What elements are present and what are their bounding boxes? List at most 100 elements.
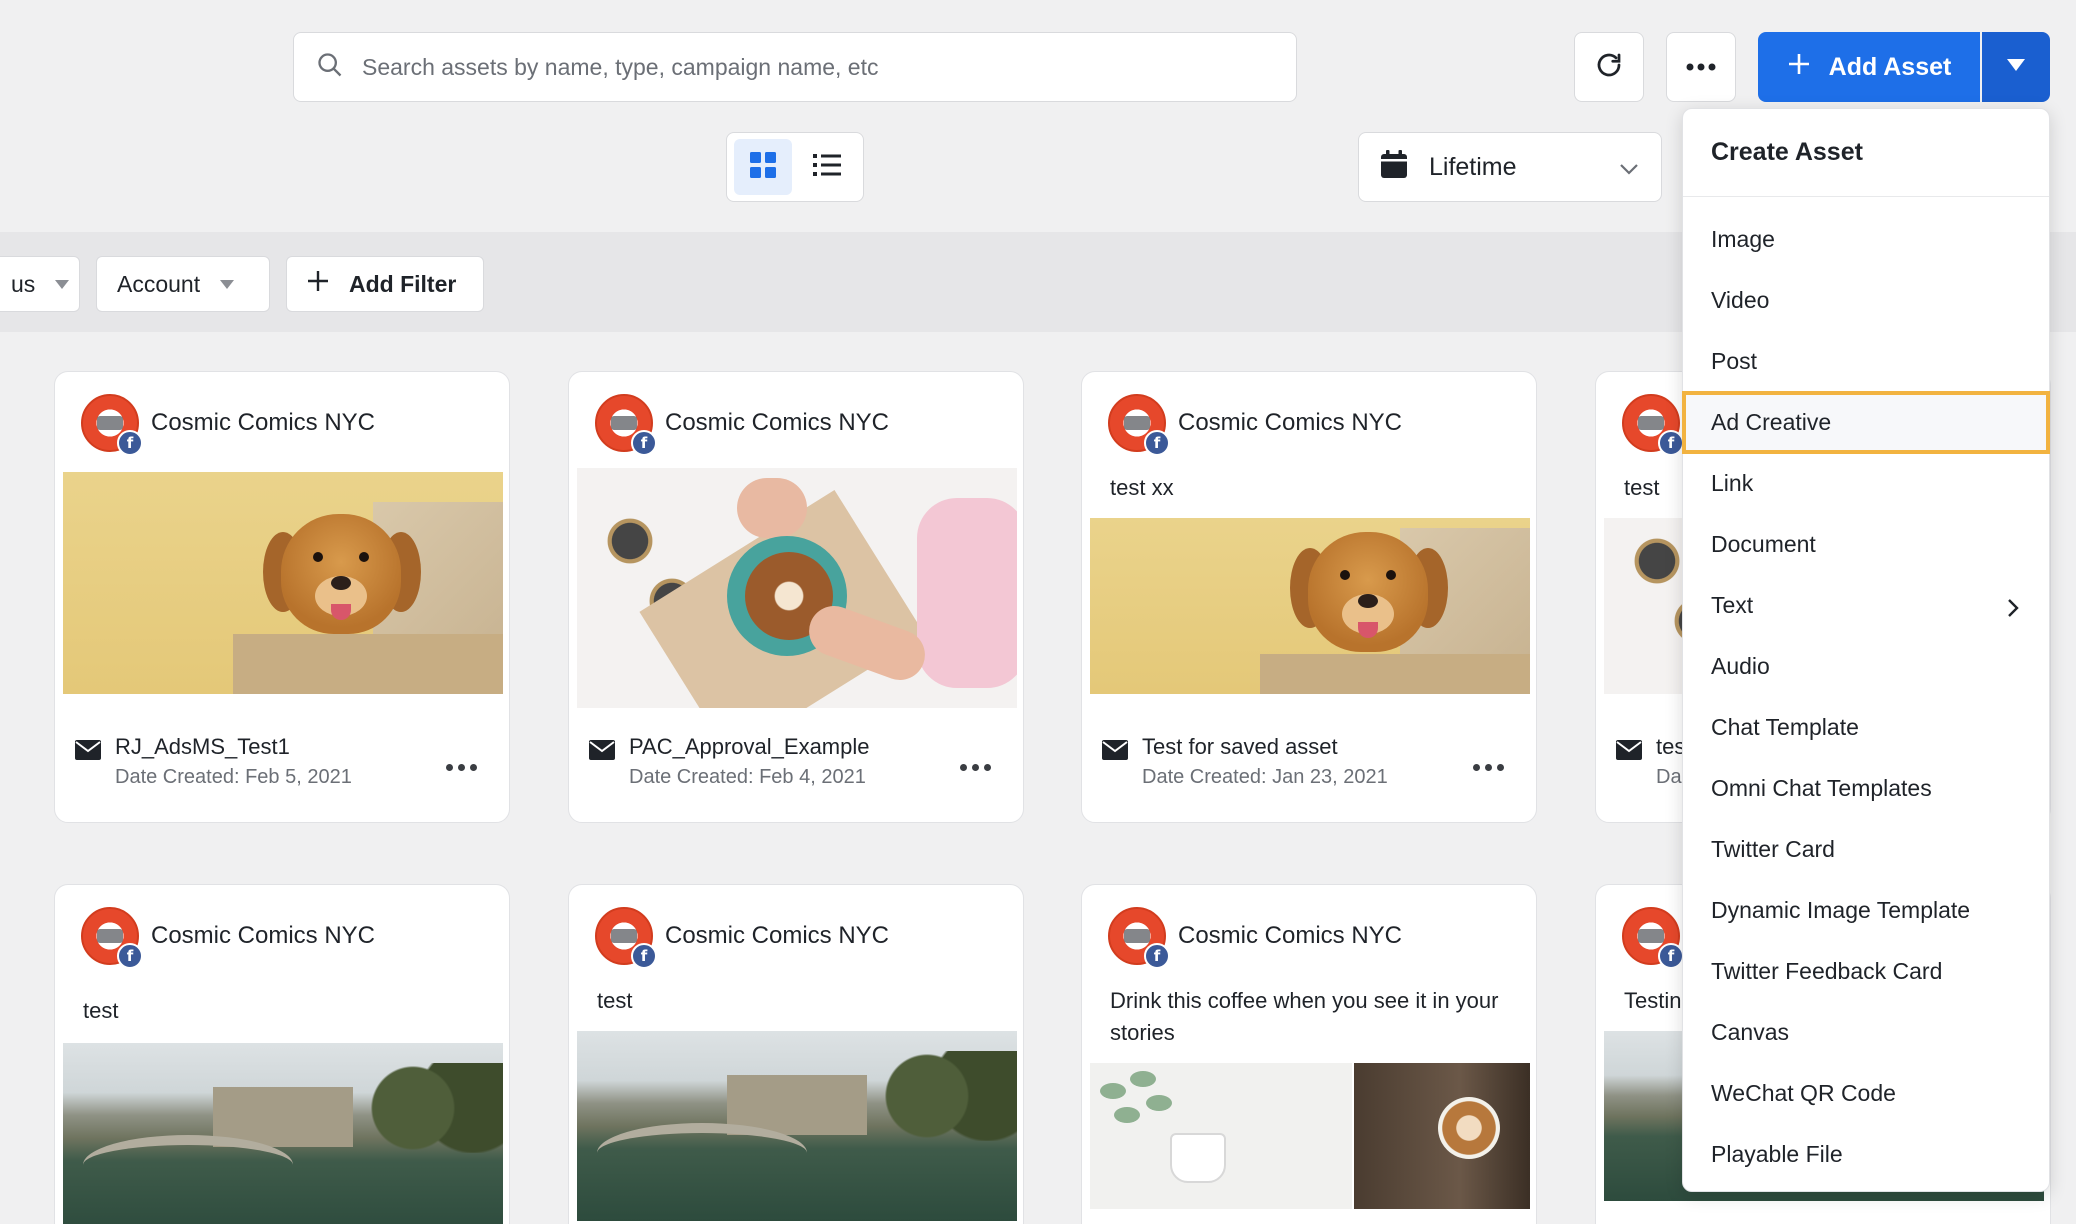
card-header: f	[1622, 907, 1684, 969]
account-name: Cosmic Comics NYC	[665, 409, 890, 436]
asset-text: Drink this coffee when you see it in you…	[1110, 988, 1499, 1045]
asset-card[interactable]: f Cosmic Comics NYC RJ_AdsMS_Test1 Date …	[54, 371, 510, 823]
account-avatar: f	[1622, 394, 1684, 456]
menu-item-text-label: Text	[1711, 592, 1754, 618]
email-icon	[75, 740, 101, 765]
menu-item-playable-file[interactable]: Playable File	[1683, 1124, 2049, 1185]
view-toggle	[726, 132, 864, 202]
menu-item-canvas[interactable]: Canvas	[1683, 1002, 2049, 1063]
menu-item-video[interactable]: Video	[1683, 270, 2049, 331]
search-input[interactable]	[362, 53, 1262, 81]
status-filter-label: us	[11, 270, 36, 297]
asset-card[interactable]: f Cosmic Comics NYC test	[568, 884, 1024, 1224]
card-more-icon[interactable]	[446, 764, 477, 771]
menu-item-image[interactable]: Image	[1683, 209, 2049, 270]
account-filter-label: Account	[117, 270, 201, 297]
menu-item-omni-chat-templates[interactable]: Omni Chat Templates	[1683, 758, 2049, 819]
account-avatar: f	[595, 907, 657, 969]
status-filter[interactable]: us	[0, 256, 80, 312]
account-avatar: f	[1108, 394, 1170, 456]
email-icon	[1616, 740, 1642, 765]
asset-thumbnail[interactable]	[577, 1031, 1017, 1221]
more-options-button[interactable]	[1666, 32, 1736, 102]
menu-item-dynamic-image-template[interactable]: Dynamic Image Template	[1683, 880, 2049, 941]
account-avatar: f	[81, 394, 143, 456]
card-more-icon[interactable]	[960, 764, 991, 771]
account-name: Cosmic Comics NYC	[151, 922, 376, 949]
asset-text: test xx	[1110, 475, 1174, 500]
asset-thumbnail[interactable]	[63, 472, 503, 694]
asset-date: Date Created: Feb 4, 2021	[629, 766, 866, 788]
plus-icon	[307, 270, 329, 298]
asset-title: RJ_AdsMS_Test1	[115, 734, 290, 759]
menu-item-post[interactable]: Post	[1683, 331, 2049, 392]
search-icon	[316, 51, 344, 84]
asset-title: tes	[1656, 734, 1686, 759]
chevron-down-icon	[1619, 153, 1639, 182]
add-asset-dropdown-toggle[interactable]	[1982, 32, 2050, 102]
asset-thumbnail[interactable]	[63, 1043, 503, 1224]
facebook-icon: f	[1144, 943, 1170, 969]
account-name: Cosmic Comics NYC	[1178, 922, 1403, 949]
account-avatar: f	[595, 394, 657, 456]
asset-card[interactable]: f Cosmic Comics NYC PAC_Approval_Example…	[568, 371, 1024, 823]
card-header: f Cosmic Comics NYC	[1108, 394, 1403, 456]
asset-thumbnail[interactable]	[1090, 1063, 1530, 1209]
asset-date: Da	[1656, 766, 1682, 788]
account-avatar: f	[1622, 907, 1684, 969]
caret-down-icon	[220, 279, 235, 289]
account-name: Cosmic Comics NYC	[151, 409, 376, 436]
asset-card[interactable]: f Cosmic Comics NYC Drink this coffee wh…	[1081, 884, 1537, 1224]
account-name: Cosmic Comics NYC	[665, 922, 890, 949]
asset-text: test	[597, 988, 633, 1013]
add-filter-label: Add Filter	[349, 270, 457, 297]
menu-title: Create Asset	[1683, 109, 2049, 197]
facebook-icon: f	[1144, 430, 1170, 456]
facebook-icon: f	[631, 943, 657, 969]
refresh-button[interactable]	[1574, 32, 1644, 102]
list-view-button[interactable]	[798, 139, 856, 195]
add-filter-button[interactable]: Add Filter	[286, 256, 484, 312]
asset-thumbnail[interactable]	[577, 468, 1017, 708]
account-name: Cosmic Comics NYC	[1178, 409, 1403, 436]
menu-item-audio[interactable]: Audio	[1683, 636, 2049, 697]
asset-title: Test for saved asset	[1142, 734, 1338, 759]
facebook-icon: f	[117, 430, 143, 456]
card-more-icon[interactable]	[1473, 764, 1504, 771]
menu-item-chat-template[interactable]: Chat Template	[1683, 697, 2049, 758]
search-box[interactable]	[293, 32, 1297, 102]
add-asset-label: Add Asset	[1828, 52, 1952, 81]
asset-card[interactable]: f Cosmic Comics NYC test	[54, 884, 510, 1224]
menu-item-twitter-feedback-card[interactable]: Twitter Feedback Card	[1683, 941, 2049, 1002]
date-range-select[interactable]: Lifetime	[1358, 132, 1662, 202]
chevron-right-icon	[2007, 597, 2019, 624]
asset-text: test	[83, 998, 119, 1023]
date-range-value: Lifetime	[1429, 152, 1517, 181]
add-asset-button[interactable]: Add Asset	[1758, 32, 1980, 102]
asset-card[interactable]: f Cosmic Comics NYC test xx Test for sav…	[1081, 371, 1537, 823]
card-header: f Cosmic Comics NYC	[81, 394, 376, 456]
grid-view-button[interactable]	[734, 139, 792, 195]
asset-text: Testin	[1624, 988, 1682, 1013]
account-avatar: f	[81, 907, 143, 969]
menu-item-link[interactable]: Link	[1683, 453, 2049, 514]
create-asset-menu: Create Asset Image Video Post Ad Creativ…	[1682, 108, 2050, 1192]
menu-item-ad-creative[interactable]: Ad Creative	[1682, 391, 2050, 454]
menu-item-wechat-qr-code[interactable]: WeChat QR Code	[1683, 1063, 2049, 1124]
account-avatar: f	[1108, 907, 1170, 969]
menu-item-document[interactable]: Document	[1683, 514, 2049, 575]
menu-item-twitter-card[interactable]: Twitter Card	[1683, 819, 2049, 880]
card-header: f	[1622, 394, 1684, 456]
account-filter[interactable]: Account	[96, 256, 270, 312]
list-icon	[813, 153, 841, 182]
menu-item-text[interactable]: Text	[1683, 575, 2049, 636]
asset-text: test	[1624, 475, 1660, 500]
asset-date: Date Created: Jan 23, 2021	[1142, 766, 1388, 788]
email-icon	[589, 740, 615, 765]
facebook-icon: f	[1658, 943, 1684, 969]
asset-date: Date Created: Feb 5, 2021	[115, 766, 352, 788]
asset-thumbnail[interactable]	[1090, 518, 1530, 694]
calendar-icon	[1381, 149, 1407, 185]
card-header: f Cosmic Comics NYC	[1108, 907, 1403, 969]
caret-down-icon	[55, 279, 70, 289]
